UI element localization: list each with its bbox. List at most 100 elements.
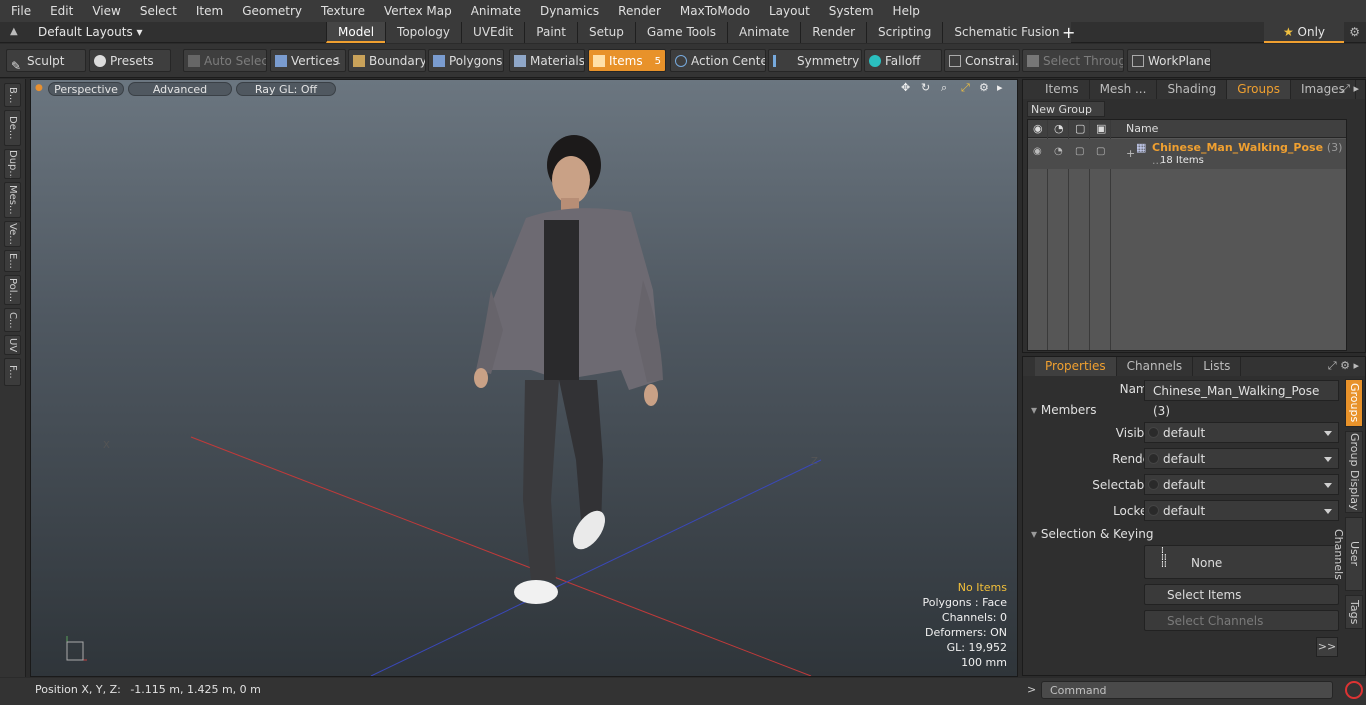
tab-setup[interactable]: Setup (576, 22, 635, 43)
command-input[interactable]: Command (1041, 681, 1333, 699)
visible-select[interactable]: default (1144, 422, 1339, 443)
properties-tab-properties[interactable]: Properties (1035, 357, 1117, 376)
properties-tab-lists[interactable]: Lists (1193, 357, 1242, 376)
group-list: ◉ ◔ ▢ ▣ Name ◉ ◔ ▢ ▢ + ▦ Chinese_Man_Wal… (1027, 119, 1347, 351)
workplane-icon (1132, 55, 1144, 67)
add-tab-icon[interactable]: + (1054, 22, 1083, 43)
select-icon[interactable]: ▣ (1096, 122, 1106, 135)
menu-item-help[interactable]: Help (882, 0, 928, 22)
side-tab-tags[interactable]: Tags (1345, 595, 1363, 629)
none-keying-button[interactable]: ⁞ ⁞⁞ ⁞⁞ None (1144, 545, 1339, 579)
menu-item-file[interactable]: File (0, 0, 39, 22)
name-field[interactable]: Chinese_Man_Walking_Pose (3) (1144, 380, 1339, 418)
menu-item-dynamics[interactable]: Dynamics (529, 0, 607, 22)
left-strip-tab-8[interactable]: UV (4, 335, 21, 355)
tab-paint[interactable]: Paint (524, 22, 577, 43)
auto-select-button[interactable]: Auto Select (183, 49, 267, 72)
menu-item-animate[interactable]: Animate (460, 0, 529, 22)
tab-game-tools[interactable]: Game Tools (634, 22, 728, 43)
menu-item-texture[interactable]: Texture (310, 0, 373, 22)
eye-icon[interactable]: ◉ (1033, 122, 1043, 135)
3d-viewport[interactable]: ● Perspective Advanced Ray GL: Off ✥ ↻ ⌕… (30, 79, 1018, 677)
new-group-button[interactable]: New Group (1027, 101, 1105, 117)
left-strip-tab-2[interactable]: Dup... (4, 149, 21, 179)
left-strip-tab-4[interactable]: Ve... (4, 221, 21, 247)
menu-item-geometry[interactable]: Geometry (231, 0, 310, 22)
left-strip-tab-6[interactable]: Pol... (4, 275, 21, 305)
panel-expand-icon[interactable]: ⤢ ▸ (1341, 82, 1359, 96)
groups-panel: Items Mesh ... Shading Groups Images ⤢ ▸ New… (1022, 79, 1366, 353)
side-tab-groups[interactable]: Groups (1345, 379, 1363, 427)
menu-item-maxtomodo[interactable]: MaxToModo (669, 0, 758, 22)
groups-tab-0[interactable]: Items (1035, 80, 1090, 99)
row-select-icon[interactable]: ▢ (1096, 146, 1105, 157)
group-row[interactable]: ◉ ◔ ▢ ▢ + ▦ Chinese_Man_Walking_Pose (3)… (1028, 139, 1346, 169)
action-center-button[interactable]: Action Center (670, 49, 766, 72)
row-render-icon[interactable]: ◔ (1054, 146, 1063, 157)
groups-tab-1[interactable]: Mesh ... (1090, 80, 1158, 99)
selectable-select[interactable]: default (1144, 474, 1339, 495)
sculpt-button[interactable]: ✎ Sculpt (6, 49, 86, 72)
tab-topology[interactable]: Topology (385, 22, 462, 43)
render-select[interactable]: default (1144, 448, 1339, 469)
select-channels-button[interactable]: Select Channels (1144, 610, 1339, 631)
lock-icon[interactable]: ▢ (1075, 122, 1085, 135)
side-tab-user-channels[interactable]: User Channels (1332, 517, 1363, 591)
selection-keying-section[interactable]: Selection & Keying (1031, 527, 1154, 541)
tab-model[interactable]: Model (326, 22, 386, 43)
workplane-button[interactable]: WorkPlane (1127, 49, 1211, 72)
left-strip-tab-3[interactable]: Mes... (4, 182, 21, 218)
select-items-button[interactable]: Select Items (1144, 584, 1339, 605)
groups-tab-2[interactable]: Shading (1157, 80, 1228, 99)
properties-tab-channels[interactable]: Channels (1117, 357, 1194, 376)
select-through-button[interactable]: Select Through (1022, 49, 1124, 72)
left-strip-tab-7[interactable]: C... (4, 308, 21, 332)
chevron-down-icon (1324, 509, 1332, 514)
groups-panel-tabs: Items Mesh ... Shading Groups Images (1023, 80, 1365, 99)
members-section[interactable]: Members (1031, 403, 1097, 417)
items-button[interactable]: Items 5 (588, 49, 666, 72)
locked-select[interactable]: default (1144, 500, 1339, 521)
only-toggle[interactable]: ★ Only (1264, 22, 1344, 43)
menu-item-layout[interactable]: Layout (758, 0, 818, 22)
character-model[interactable] (474, 135, 663, 604)
row-lock-icon[interactable]: ▢ (1075, 146, 1084, 157)
menu-item-vertex-map[interactable]: Vertex Map (373, 0, 460, 22)
menu-item-select[interactable]: Select (129, 0, 185, 22)
groups-tab-3[interactable]: Groups (1227, 80, 1291, 99)
boundary-button[interactable]: Boundary (348, 49, 426, 72)
menu-item-render[interactable]: Render (607, 0, 669, 22)
left-strip-tab-0[interactable]: B... (4, 83, 21, 107)
side-tab-group-display[interactable]: Group Display (1345, 431, 1363, 513)
tab-schematic-fusion[interactable]: Schematic Fusion (942, 22, 1071, 43)
menu-item-system[interactable]: System (818, 0, 882, 22)
tab-uvedit[interactable]: UVEdit (461, 22, 525, 43)
vertices-button[interactable]: Vertices 1 (270, 49, 346, 72)
row-eye-icon[interactable]: ◉ (1033, 146, 1042, 157)
scene-svg: X Z (66, 135, 822, 676)
layout-selector[interactable]: Default Layouts ▾ (38, 22, 143, 43)
gear-icon[interactable]: ⚙ (1349, 25, 1360, 39)
tab-render[interactable]: Render (800, 22, 867, 43)
record-icon[interactable] (1345, 681, 1363, 699)
menu-item-edit[interactable]: Edit (39, 0, 81, 22)
materials-button[interactable]: Materials (509, 49, 585, 72)
left-strip-tab-5[interactable]: E... (4, 250, 21, 272)
polygons-button[interactable]: Polygons (428, 49, 504, 72)
constrain-button[interactable]: Constrai... (944, 49, 1020, 72)
render-icon[interactable]: ◔ (1054, 122, 1064, 135)
collapse-icon[interactable]: ▲ (10, 26, 18, 37)
tab-scripting[interactable]: Scripting (866, 22, 943, 43)
symmetry-button[interactable]: Symmetry (768, 49, 862, 72)
presets-button[interactable]: Presets (89, 49, 171, 72)
falloff-button[interactable]: Falloff (864, 49, 942, 72)
menu-item-item[interactable]: Item (185, 0, 231, 22)
chevron-down-icon (1324, 483, 1332, 488)
more-button[interactable]: >> (1316, 637, 1338, 657)
left-strip-tab-9[interactable]: F... (4, 358, 21, 386)
props-expand-icon[interactable]: ⤢ ⚙ ▸ (1328, 359, 1359, 373)
left-strip-tab-1[interactable]: De... (4, 110, 21, 146)
expand-icon[interactable]: + (1126, 147, 1135, 160)
tab-animate[interactable]: Animate (727, 22, 801, 43)
menu-item-view[interactable]: View (81, 0, 128, 22)
